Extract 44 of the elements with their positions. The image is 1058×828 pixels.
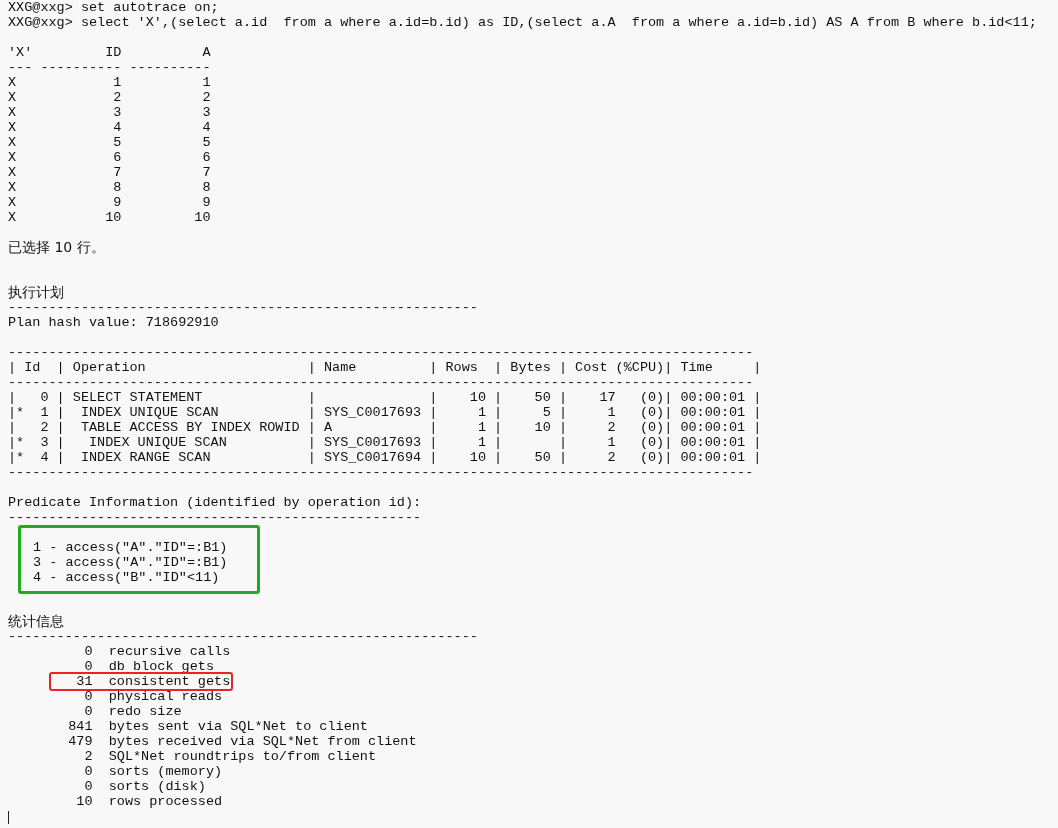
result-row: X 6 6 [8,150,211,165]
statistic-line: 10 rows processed [75,793,224,811]
section-title: 统计信息 [8,614,64,629]
column-header-line: 'X' ID A [8,45,211,60]
result-row: X 1 1 [8,75,211,90]
text-cursor [8,811,9,824]
result-row: X 9 9 [8,195,211,210]
plan-row: |* 4 | INDEX RANGE SCAN | SYS_C0017694 | 10 | 50 | 2 (0)| 00:00:01 | [8,450,762,465]
result-row: X 2 2 [8,90,211,105]
command-line: XXG@xxg> set autotrace on; [8,0,219,15]
dash-line: -------------------------------------------------------------------------------------------- [8,345,754,360]
statistic-line: 0 sorts (memory) [83,763,224,781]
dash-line: ---------------------------------------------------------- [8,629,478,644]
result-row: X 5 5 [8,135,211,150]
predicate-line: 1 - access("A"."ID"=:B1) [33,540,228,555]
command-line: XXG@xxg> select 'X',(select a.id from a where a.id=b.id) as ID,(select a.A from a where a.id=b.id) AS A from B where b.id<11; [8,15,1037,30]
dash-line: -------------------------------------------------------------------------------------------- [8,375,754,390]
result-row: X 10 10 [8,210,211,225]
plan-row: | 2 | TABLE ACCESS BY INDEX ROWID | A | 1 | 10 | 2 (0)| 00:00:01 | [8,420,762,435]
dash-line: --------------------------------------------------- [8,510,422,525]
predicate-line: 4 - access("B"."ID"<11) [33,570,221,585]
predicate-line: 3 - access("A"."ID"=:B1) [33,555,228,570]
plan-row: |* 3 | INDEX UNIQUE SCAN | SYS_C0017693 | 1 | | 1 (0)| 00:00:01 | [8,435,762,450]
result-row: X 4 4 [8,120,211,135]
dash-line: --- ---------- ---------- [8,60,211,75]
statistic-line: 479 bytes received via SQL*Net from client [67,733,418,751]
statistic-line: 0 sorts (disk) [83,778,207,796]
statistic-line: 0 recursive calls [83,643,232,661]
statistic-line: 2 SQL*Net roundtrips to/from client [83,748,378,766]
statistic-line: 0 redo size [83,703,183,721]
plan-row: | 0 | SELECT STATEMENT | | 10 | 50 | 17 (0)| 00:00:01 | [8,390,762,405]
plan-header-row: | Id | Operation | Name | Rows | Bytes | Cost (%CPU)| Time | [8,360,762,375]
dash-line: ---------------------------------------------------------- [8,300,478,315]
section-title: 执行计划 [8,285,64,300]
row-count-message: 已选择 10 行。 [8,240,105,255]
result-row: X 7 7 [8,165,211,180]
section-title: Predicate Information (identified by operation id): [8,495,422,510]
statistic-line: 0 physical reads [83,688,224,706]
dash-line: -------------------------------------------------------------------------------------------- [8,465,754,480]
result-row: X 3 3 [8,105,211,120]
statistic-line: 841 bytes sent via SQL*Net to client [67,718,369,736]
plan-row: |* 1 | INDEX UNIQUE SCAN | SYS_C0017693 | 1 | 5 | 1 (0)| 00:00:01 | [8,405,762,420]
result-row: X 8 8 [8,180,211,195]
plan-hash-line: Plan hash value: 718692910 [8,315,219,330]
